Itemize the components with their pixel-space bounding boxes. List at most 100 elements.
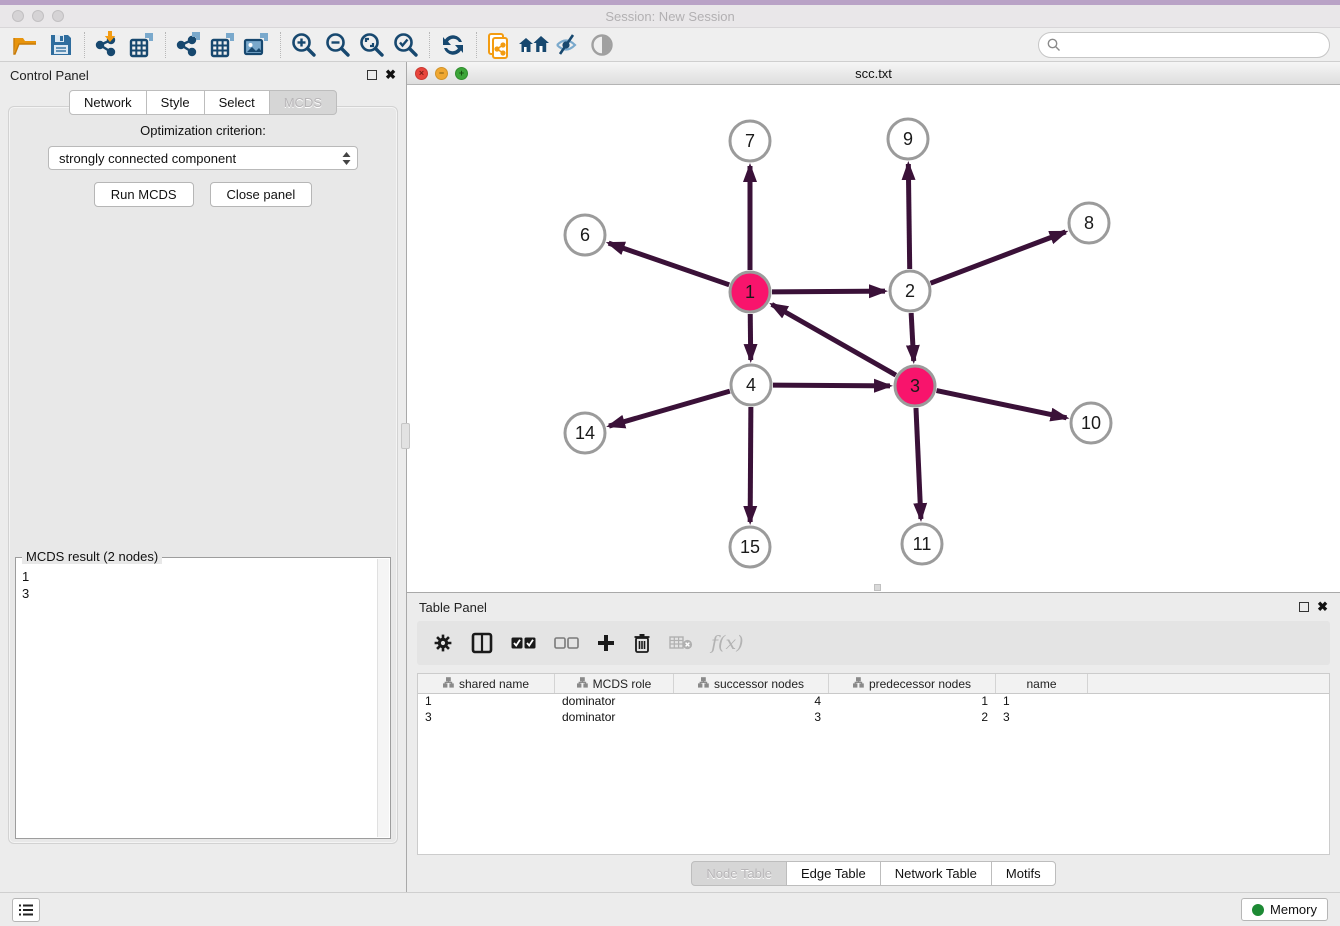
vertical-splitter-handle[interactable] (401, 423, 410, 449)
graph-node-label-4: 4 (746, 375, 756, 395)
export-table-icon[interactable] (206, 30, 240, 60)
export-image-icon[interactable] (240, 30, 274, 60)
close-panel-button[interactable]: Close panel (210, 182, 313, 207)
table-cell[interactable]: 3 (996, 710, 1088, 726)
tab-node-table[interactable]: Node Table (691, 861, 787, 886)
edge-3-to-11[interactable] (916, 408, 921, 519)
toolbar-separator (165, 32, 166, 58)
column-header-MCDS-role[interactable]: MCDS role (555, 674, 674, 693)
table-row[interactable]: 1dominator411 (418, 694, 1329, 710)
network-window-titlebar[interactable]: × − + scc.txt (407, 62, 1340, 85)
new-network-from-selection-icon[interactable] (483, 30, 517, 60)
edge-4-to-14[interactable] (609, 391, 730, 426)
zoom-in-icon[interactable] (287, 30, 321, 60)
table-cell[interactable]: 3 (418, 710, 555, 726)
table-cell[interactable]: 1 (996, 694, 1088, 710)
session-title: Session: New Session (0, 9, 1340, 24)
edge-1-to-2[interactable] (772, 291, 885, 292)
table-cell[interactable]: 2 (829, 710, 996, 726)
table-cell[interactable]: 1 (829, 694, 996, 710)
result-scrollbar[interactable] (377, 559, 389, 837)
table-header-row: shared nameMCDS rolesuccessor nodesprede… (418, 674, 1329, 694)
table-cell[interactable]: 4 (674, 694, 829, 710)
tab-network[interactable]: Network (69, 90, 147, 115)
float-table-panel-icon[interactable] (1299, 602, 1309, 612)
show-hidden-icon (585, 30, 619, 60)
column-layout-icon[interactable] (471, 628, 493, 658)
graph-node-label-10: 10 (1081, 413, 1101, 433)
run-mcds-button[interactable]: Run MCDS (94, 182, 194, 207)
mcds-result-list[interactable]: 1 3 (22, 568, 376, 836)
open-file-icon[interactable] (10, 30, 44, 60)
delete-column-icon[interactable] (633, 628, 651, 658)
network-canvas[interactable]: 7968124314101511 (407, 85, 1340, 592)
function-builder-icon: f(x) (711, 628, 744, 658)
tree-hierarchy-icon (698, 677, 709, 691)
edge-4-to-15[interactable] (750, 407, 751, 522)
network-file-title: scc.txt (407, 66, 1340, 81)
panel-splitter-grip[interactable] (874, 584, 881, 591)
tab-network-table[interactable]: Network Table (880, 861, 992, 886)
zoom-out-icon[interactable] (321, 30, 355, 60)
export-network-icon[interactable] (172, 30, 206, 60)
search-input[interactable] (1038, 32, 1330, 58)
control-panel-tabs: NetworkStyleSelectMCDS (0, 90, 406, 115)
search-icon (1047, 38, 1061, 57)
edge-1-to-6[interactable] (609, 243, 730, 285)
select-all-icon[interactable] (511, 628, 536, 658)
zoom-selected-icon[interactable] (389, 30, 423, 60)
hide-selected-icon[interactable] (551, 30, 585, 60)
edge-2-to-8[interactable] (931, 232, 1066, 283)
edge-2-to-3[interactable] (911, 313, 914, 361)
float-panel-icon[interactable] (367, 70, 377, 80)
import-network-icon[interactable] (91, 30, 125, 60)
show-all-icon[interactable] (517, 30, 551, 60)
column-header-successor-nodes[interactable]: successor nodes (674, 674, 829, 693)
tab-style[interactable]: Style (146, 90, 205, 115)
search-container (1038, 32, 1330, 58)
tab-edge-table[interactable]: Edge Table (786, 861, 881, 886)
table-cell[interactable]: dominator (555, 694, 674, 710)
add-column-icon[interactable] (597, 628, 615, 658)
close-network-icon[interactable]: × (415, 67, 428, 80)
control-panel-header: Control Panel ✖ (0, 62, 406, 88)
edge-2-to-9[interactable] (908, 164, 909, 269)
close-panel-icon[interactable]: ✖ (385, 70, 396, 80)
task-history-button[interactable] (12, 898, 40, 922)
tab-select[interactable]: Select (204, 90, 270, 115)
table-panel: Table Panel ✖ f(x) shared nameMCDS roles… (407, 592, 1340, 892)
tree-hierarchy-icon (443, 677, 454, 691)
edge-3-to-10[interactable] (937, 391, 1067, 418)
tab-motifs[interactable]: Motifs (991, 861, 1056, 886)
network-graph[interactable]: 7968124314101511 (407, 85, 1339, 587)
table-cell[interactable]: 1 (418, 694, 555, 710)
memory-button[interactable]: Memory (1241, 898, 1328, 921)
table-row[interactable]: 3dominator323 (418, 710, 1329, 726)
import-table-icon[interactable] (125, 30, 159, 60)
tree-hierarchy-icon (853, 677, 864, 691)
table-cell[interactable]: dominator (555, 710, 674, 726)
zoom-fit-icon[interactable] (355, 30, 389, 60)
minimize-network-icon[interactable]: − (435, 67, 448, 80)
table-cell[interactable]: 3 (674, 710, 829, 726)
tab-mcds[interactable]: MCDS (269, 90, 337, 115)
table-settings-gear-icon[interactable] (433, 628, 453, 658)
save-session-icon[interactable] (44, 30, 78, 60)
mcds-panel: Optimization criterion: strongly connect… (8, 106, 398, 844)
graph-node-label-1: 1 (745, 282, 755, 302)
criterion-select[interactable]: strongly connected component (48, 146, 358, 170)
toolbar-separator (84, 32, 85, 58)
graph-node-label-6: 6 (580, 225, 590, 245)
close-table-panel-icon[interactable]: ✖ (1317, 602, 1328, 612)
edge-4-to-3[interactable] (773, 385, 890, 386)
apply-layout-icon[interactable] (436, 30, 470, 60)
column-header-shared-name[interactable]: shared name (418, 674, 555, 693)
column-header-name[interactable]: name (996, 674, 1088, 693)
maximize-network-icon[interactable]: + (455, 67, 468, 80)
main-titlebar[interactable]: Session: New Session (0, 5, 1340, 28)
column-header-predecessor-nodes[interactable]: predecessor nodes (829, 674, 996, 693)
deselect-all-icon[interactable] (554, 628, 579, 658)
control-panel: Control Panel ✖ NetworkStyleSelectMCDS O… (0, 62, 407, 892)
edge-3-to-1[interactable] (772, 304, 896, 375)
tree-hierarchy-icon (577, 677, 588, 691)
